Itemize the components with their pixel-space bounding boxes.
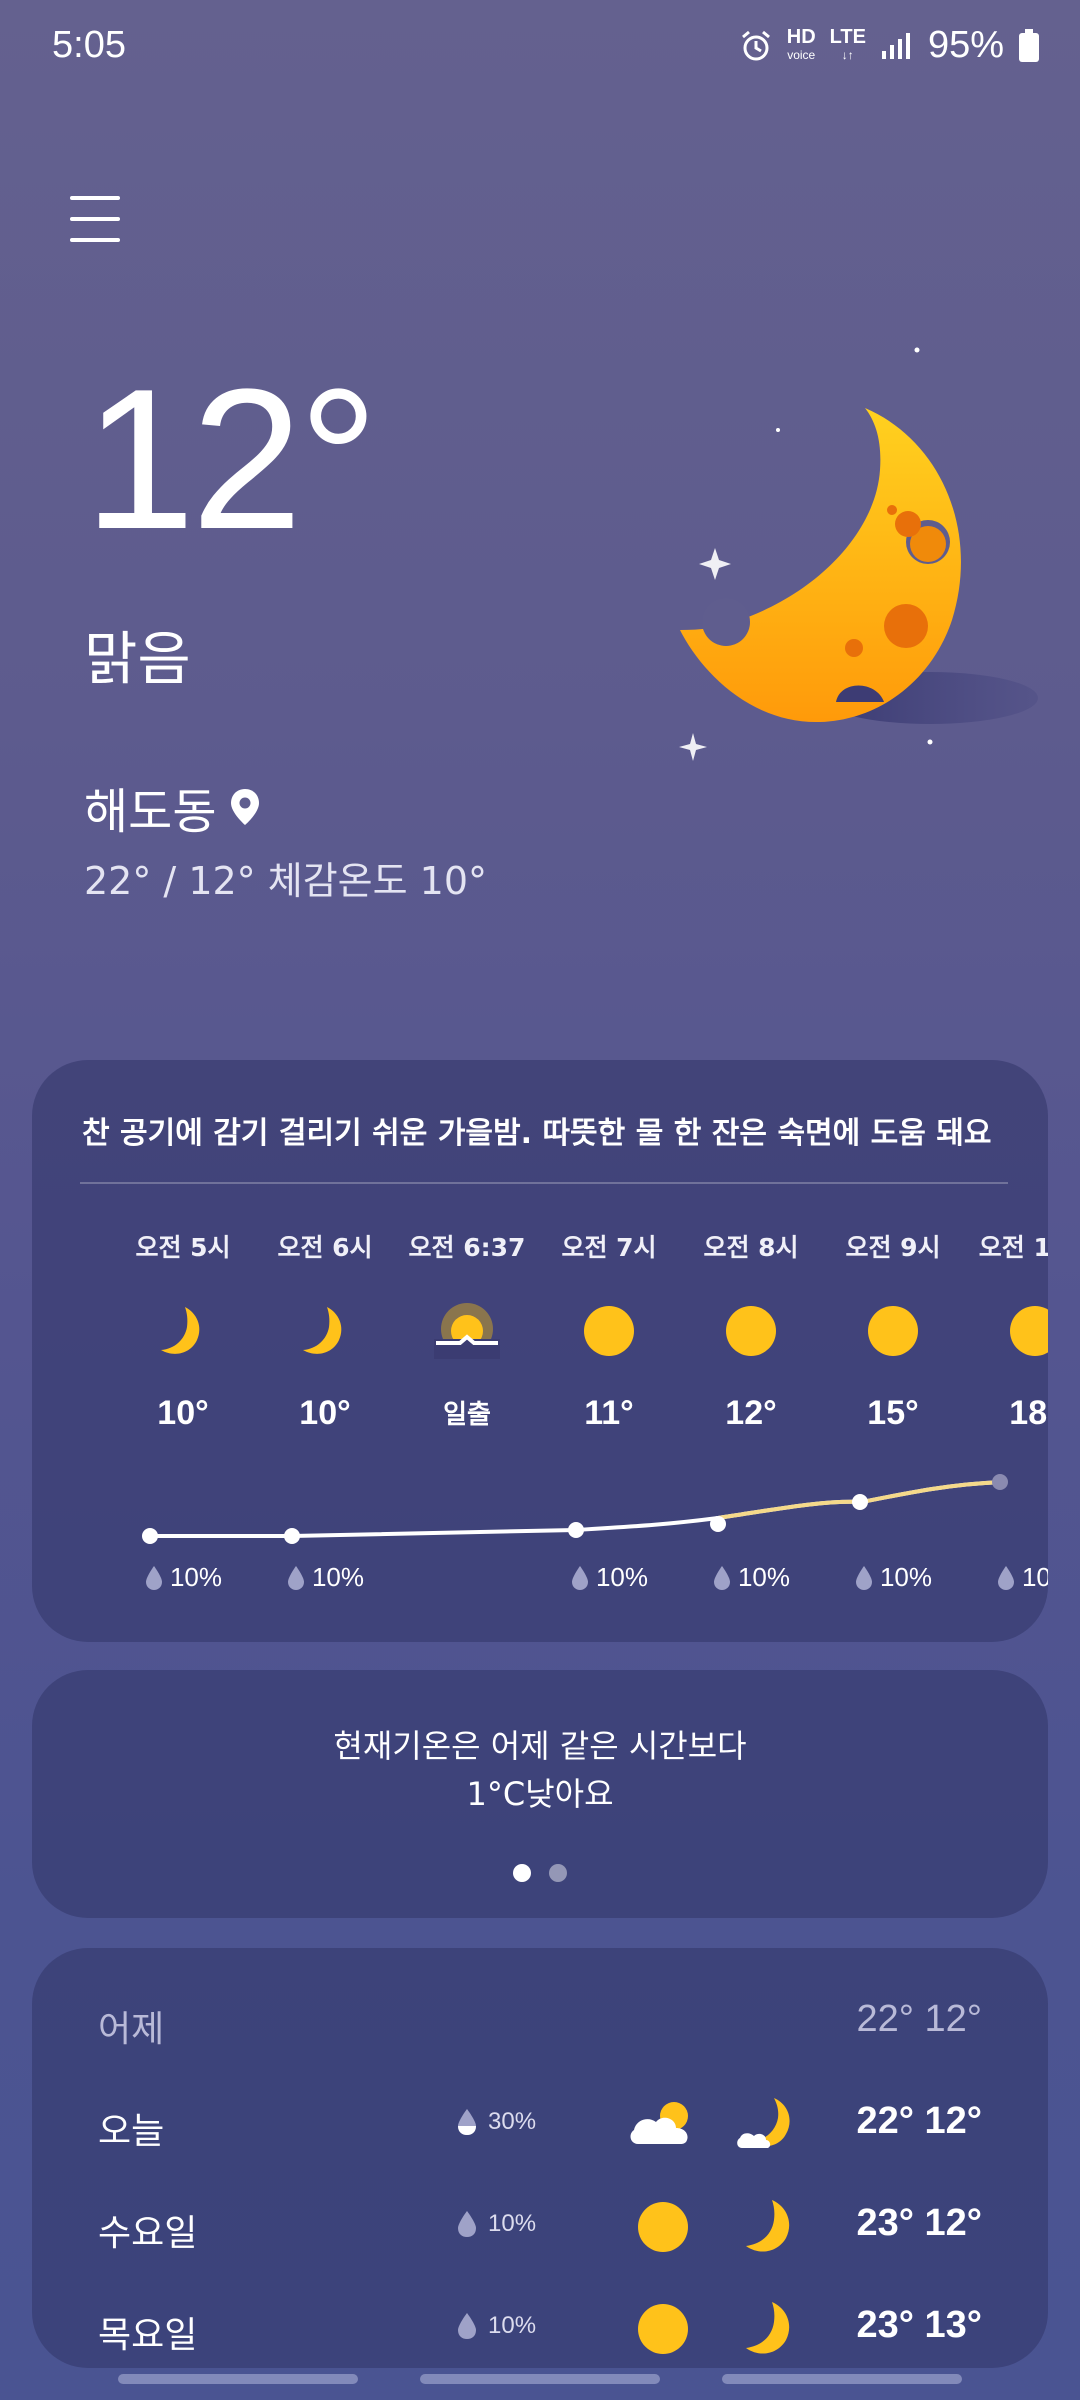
raindrop-half-icon bbox=[458, 2109, 476, 2135]
raindrop-icon bbox=[713, 1565, 730, 1590]
temperature-compare-card[interactable]: 현재기온은 어제 같은 시간보다 1°C낮아요 bbox=[32, 1670, 1048, 1918]
hourly-scroll[interactable]: 찬 공기에 감기 걸리기 쉬운 가을밤. 따뜻한 물 한 잔은 숙면에 도움 돼… bbox=[32, 1060, 1048, 1642]
daily-row-wednesday[interactable]: 수요일 10% 23° 12° bbox=[32, 2188, 1048, 2268]
battery-percent: 95% bbox=[927, 24, 1004, 66]
menu-button[interactable] bbox=[70, 196, 120, 242]
trend-point bbox=[284, 1528, 300, 1544]
day-label: 목요일 bbox=[98, 2315, 198, 2356]
battery-icon bbox=[1019, 28, 1039, 62]
daily-row-today[interactable]: 오늘 30% 22° 12° bbox=[32, 2086, 1048, 2166]
day-label: 어제 bbox=[98, 2009, 165, 2050]
raindrop-icon bbox=[997, 1565, 1014, 1590]
status-icons: HD voice LTE ↓↑ 95% bbox=[739, 24, 1040, 67]
signal-icon bbox=[881, 32, 910, 59]
trend-point bbox=[142, 1528, 158, 1544]
high-low: 23° 13° bbox=[856, 2304, 983, 2346]
page-dot-active[interactable] bbox=[513, 1864, 531, 1882]
raindrop-icon bbox=[458, 2211, 476, 2237]
precip-item: 10% bbox=[112, 1562, 254, 1593]
hourly-forecast-card[interactable]: 찬 공기에 감기 걸리기 쉬운 가을밤. 따뜻한 물 한 잔은 숙면에 도움 돼… bbox=[32, 1060, 1048, 1642]
temp-range-feels-like: 22° / 12° 체감온도 10° bbox=[84, 859, 488, 903]
location[interactable]: 해도동 bbox=[84, 772, 262, 842]
moon-illustration bbox=[679, 347, 1038, 761]
nav-back[interactable] bbox=[722, 2374, 962, 2384]
rain-chance: 10% bbox=[456, 2312, 536, 2340]
high-low: 23° 12° bbox=[856, 2202, 983, 2244]
nav-recents[interactable] bbox=[118, 2374, 358, 2384]
nav-home[interactable] bbox=[420, 2374, 660, 2384]
high-low: 22° 12° bbox=[856, 2100, 983, 2142]
location-pin-icon bbox=[231, 789, 260, 825]
hd-voice-indicator: HD voice bbox=[786, 25, 816, 62]
page-dot[interactable] bbox=[549, 1864, 567, 1882]
raindrop-icon bbox=[145, 1565, 162, 1590]
alarm-icon bbox=[741, 30, 770, 60]
page-indicator[interactable] bbox=[32, 1864, 1048, 1882]
raindrop-icon bbox=[458, 2313, 476, 2339]
status-time: 5:05 bbox=[52, 24, 126, 66]
lte-indicator: LTE ↓↑ bbox=[829, 25, 866, 62]
precip-item: 10% bbox=[538, 1562, 680, 1593]
sun-icon bbox=[638, 2202, 688, 2252]
day-label: 오늘 bbox=[98, 2111, 165, 2152]
compare-text: 현재기온은 어제 같은 시간보다 1°C낮아요 bbox=[333, 1727, 747, 1813]
daily-row-thursday[interactable]: 목요일 10% 23° 13° bbox=[32, 2290, 1048, 2368]
high-low: 22° 12° bbox=[856, 1998, 983, 2040]
trend-point bbox=[992, 1474, 1008, 1490]
partly-cloudy-icon bbox=[630, 2102, 688, 2144]
moon-icon bbox=[746, 2302, 790, 2354]
raindrop-icon bbox=[287, 1565, 304, 1590]
day-label: 수요일 bbox=[98, 2213, 198, 2254]
daily-row-yesterday[interactable]: 어제 22° 12° bbox=[32, 1984, 1048, 2064]
sun-icon bbox=[638, 2304, 688, 2354]
current-condition: 맑음 bbox=[84, 625, 191, 693]
location-name: 해도동 bbox=[84, 784, 217, 840]
navigation-bar bbox=[0, 2374, 1080, 2386]
trend-point bbox=[710, 1516, 726, 1532]
daily-forecast-card[interactable]: 어제 22° 12° 오늘 30% 22° 12° 수요일 10% 23° 12… bbox=[32, 1948, 1048, 2368]
raindrop-icon bbox=[571, 1565, 588, 1590]
rain-chance: 10% bbox=[456, 2210, 536, 2238]
raindrop-icon bbox=[855, 1565, 872, 1590]
precip-item: 10% bbox=[254, 1562, 396, 1593]
rain-chance: 30% bbox=[456, 2108, 536, 2136]
precip-item: 10% bbox=[964, 1562, 1048, 1593]
temperature-trend-line bbox=[142, 1474, 1008, 1544]
partly-cloudy-night-icon bbox=[737, 2098, 790, 2148]
precip-item: 10% bbox=[822, 1562, 964, 1593]
trend-point bbox=[568, 1522, 584, 1538]
trend-point bbox=[852, 1494, 868, 1510]
moon-icon bbox=[746, 2200, 790, 2252]
precip-item: 10% bbox=[680, 1562, 822, 1593]
current-temperature: 12° bbox=[84, 348, 378, 571]
